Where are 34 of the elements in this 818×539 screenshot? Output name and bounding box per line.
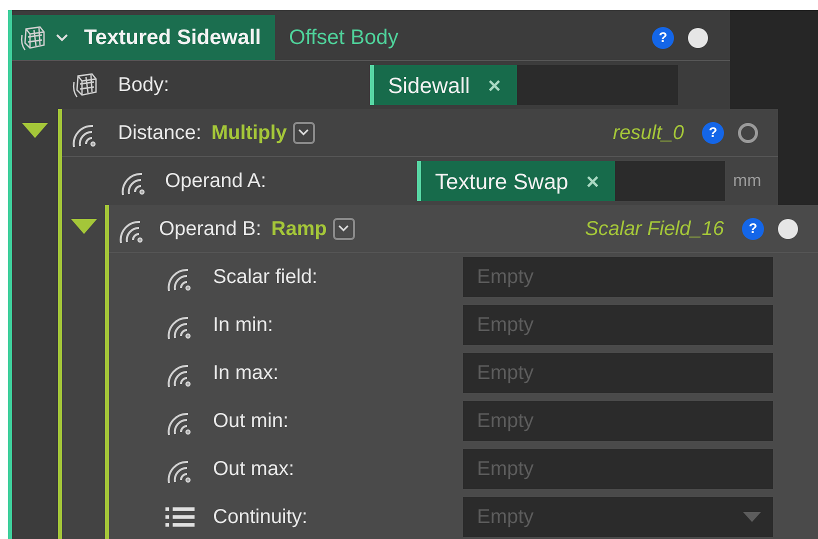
field-label: In min: <box>213 313 274 338</box>
node-title: Textured Sidewall <box>84 24 261 51</box>
output-name: Scalar Field_16 <box>585 216 724 242</box>
output-name: result_0 <box>612 120 684 146</box>
dropdown-caret-icon <box>743 512 761 522</box>
chevron-icon <box>338 225 350 232</box>
field-label: In max: <box>213 361 280 386</box>
chevron-icon[interactable] <box>56 34 68 42</box>
expand-triangle-icon[interactable] <box>22 123 48 139</box>
help-button[interactable]: ? <box>742 218 764 240</box>
field-label: Operand B: <box>159 216 262 242</box>
remove-button[interactable]: × <box>586 164 600 198</box>
operation-label: Ramp <box>271 216 327 242</box>
field-label: Scalar field: <box>213 265 318 290</box>
chip-text: Texture Swap <box>435 168 568 196</box>
field-label: Operand A: <box>165 169 268 194</box>
unit-label: mm <box>733 170 762 192</box>
remove-button[interactable]: × <box>488 68 501 102</box>
node-type: Offset Body <box>289 24 398 51</box>
operation-label: Multiply <box>211 120 287 146</box>
help-button[interactable]: ? <box>652 26 674 48</box>
field-label: Out min: <box>213 409 290 434</box>
chevron-icon <box>298 129 310 136</box>
dropdown-button[interactable] <box>332 218 355 240</box>
input-field[interactable]: Texture Swap × <box>417 161 725 201</box>
field-label: Body: <box>118 73 170 98</box>
expand-triangle-icon[interactable] <box>70 219 96 235</box>
help-button[interactable]: ? <box>702 122 724 144</box>
dropdown-button[interactable] <box>292 122 315 144</box>
field-label: Continuity: <box>213 505 308 530</box>
input-field[interactable]: Sidewall × <box>370 65 678 105</box>
chip-text: Sidewall <box>388 72 470 100</box>
field-label: Distance: <box>118 120 202 146</box>
field-label: Out max: <box>213 457 296 482</box>
